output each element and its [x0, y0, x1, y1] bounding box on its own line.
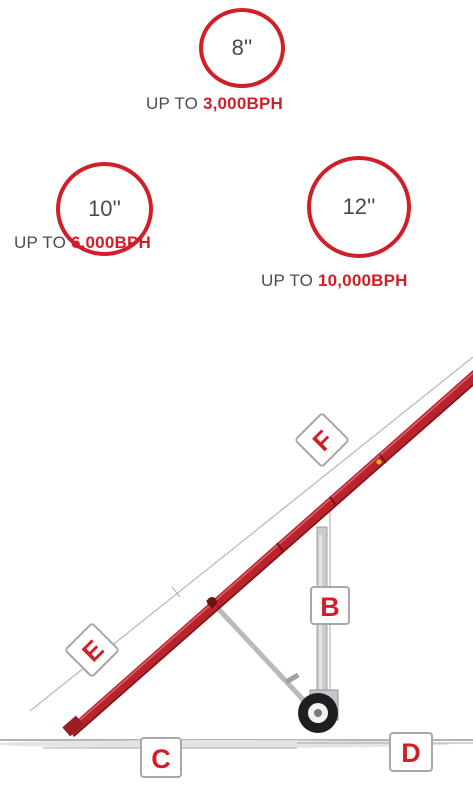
label-c: C	[140, 737, 182, 778]
auger-tube	[68, 370, 473, 737]
label-b: B	[310, 586, 350, 625]
pivot-mount	[207, 597, 217, 607]
warning-decal	[376, 459, 382, 465]
auger-tube-shadow	[73, 384, 473, 737]
ground-shadow	[0, 740, 450, 748]
label-b-text: B	[320, 592, 340, 622]
label-e: E	[65, 623, 119, 677]
auger-tube-highlight	[69, 372, 473, 730]
crank-handle	[284, 672, 300, 685]
label-d: D	[389, 732, 433, 772]
auger-diagram: B C D E F	[0, 356, 473, 778]
label-f: F	[295, 413, 349, 467]
wheel-hub	[314, 709, 322, 717]
label-c-text: C	[151, 744, 171, 774]
label-d-text: D	[401, 738, 421, 768]
